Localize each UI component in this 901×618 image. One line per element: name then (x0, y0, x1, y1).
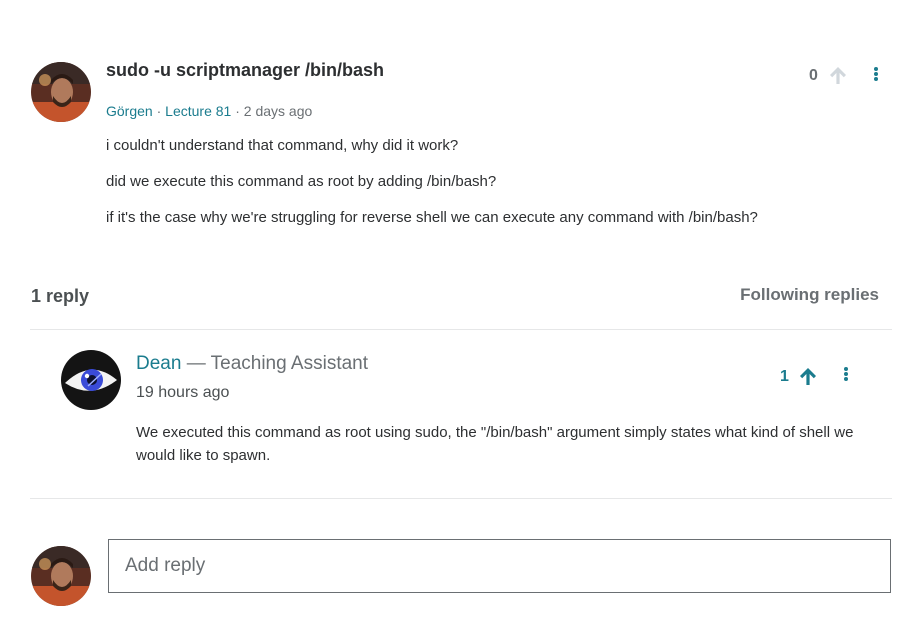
question-vote-count: 0 (809, 67, 818, 84)
question-author-link[interactable]: Görgen (106, 103, 153, 119)
question-time: 2 days ago (243, 103, 313, 119)
lecture-link[interactable]: Lecture 81 (165, 103, 231, 119)
divider (30, 329, 892, 330)
question-meta: Görgen · Lecture 81 · 2 days ago (106, 103, 312, 119)
arrow-up-icon (800, 368, 816, 385)
question-upvote-button[interactable] (827, 64, 849, 86)
meta-separator: · (235, 103, 240, 119)
following-replies-button[interactable]: Following replies (740, 285, 879, 305)
reply-author-avatar[interactable] (61, 350, 121, 410)
reply-author-header: Dean — Teaching Assistant (136, 353, 368, 375)
question-author-avatar[interactable] (31, 62, 91, 122)
meta-separator: · (156, 103, 162, 119)
question-body-line: i couldn't understand that command, why … (106, 137, 459, 154)
question-title[interactable]: sudo -u scriptmanager /bin/bash (106, 60, 384, 81)
more-vertical-icon (874, 67, 878, 81)
reply-body: We executed this command as root using s… (136, 424, 854, 464)
divider (30, 498, 892, 499)
current-user-avatar (31, 546, 91, 606)
reply-vote-count: 1 (780, 368, 789, 385)
add-reply-input[interactable] (108, 539, 891, 593)
reply-upvote-button[interactable] (797, 365, 819, 387)
arrow-up-icon (830, 67, 846, 84)
reply-author-name[interactable]: Dean (136, 353, 181, 374)
question-more-button[interactable] (866, 63, 886, 87)
question-body-line: did we execute this command as root by a… (106, 173, 497, 190)
reply-author-role: — Teaching Assistant (181, 353, 369, 374)
reply-time: 19 hours ago (136, 384, 230, 401)
question-body-line: if it's the case why we're struggling fo… (106, 209, 758, 226)
reply-more-button[interactable] (836, 363, 856, 387)
more-vertical-icon (844, 367, 848, 381)
replies-count: 1 reply (31, 286, 90, 306)
